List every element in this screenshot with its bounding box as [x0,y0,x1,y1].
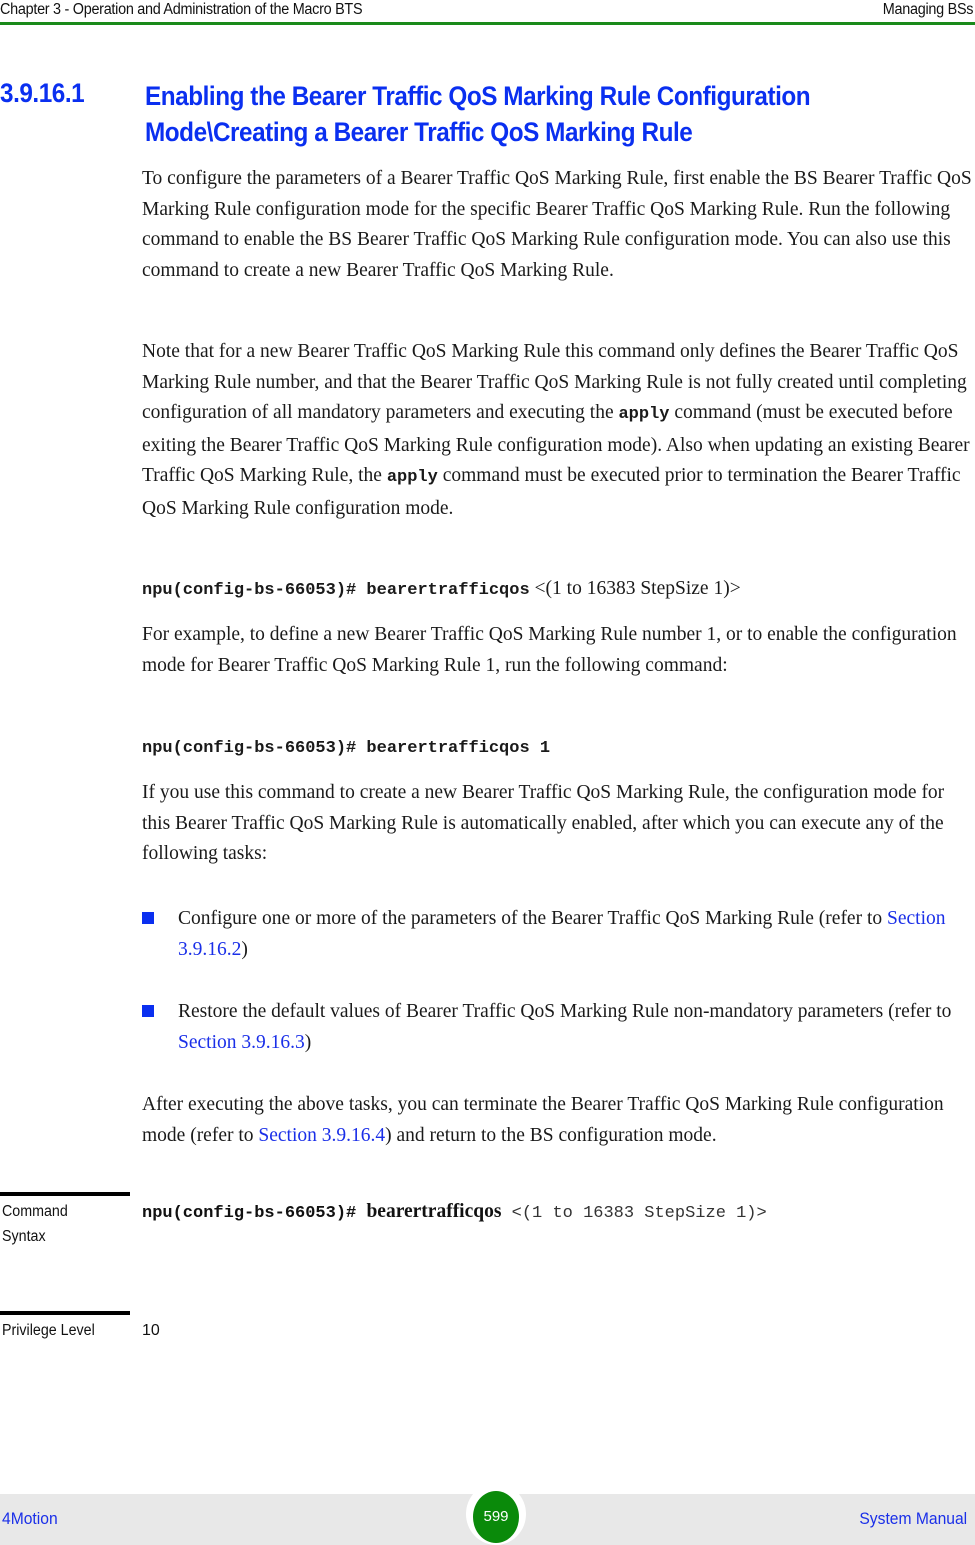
apply-keyword: apply [386,468,438,487]
bullet-text-part: ) [304,1032,312,1053]
command-syntax: npu(config-bs-66053)# bearertrafficqos <… [142,1201,767,1223]
closing-text-2: ) and return to the BS configuration mod… [385,1124,717,1146]
syntax-argument: <(1 to 16383 StepSize 1)> [501,1204,767,1223]
bullet-square-icon [142,912,154,924]
bullet-text: Configure one or more of the parameters … [178,903,975,965]
section-number: 3.9.16.1 [0,78,85,108]
command-text: npu(config-bs-66053)# bearertrafficqos [142,581,530,600]
syntax-prefix: npu(config-bs-66053)# [142,1204,367,1223]
tasks-intro-paragraph: If you use this command to create a new … [142,782,945,864]
command-syntax-label: Command Syntax [2,1203,68,1245]
page-number-badge: 599 [466,1483,526,1545]
section-title: Enabling the Bearer Traffic QoS Marking … [145,81,811,147]
command-example-generic: npu(config-bs-66053)# bearertrafficqos <… [142,574,741,606]
bullet-text-part: ) [241,939,248,960]
bullet-text-part: Restore the default values of Bearer Tra… [178,1001,952,1022]
section-name: Managing BSs [882,1,974,18]
section-divider [0,1311,130,1315]
syntax-keyword: bearertrafficqos [366,1201,502,1222]
intro-paragraph: To configure the parameters of a Bearer … [142,168,972,281]
page-number: 599 [473,1491,519,1543]
section-link[interactable]: Section 3.9.16.3 [178,1032,305,1053]
section-link[interactable]: Section 3.9.16.4 [258,1125,385,1146]
section-divider [0,1192,130,1196]
document-name: System Manual [859,1509,967,1528]
apply-keyword: apply [618,405,670,424]
bullet-text-part: Configure one or more of the parameters … [178,908,887,929]
bullet-text: Restore the default values of Bearer Tra… [178,996,975,1058]
note-paragraph: Note that for a new Bearer Traffic QoS M… [142,337,972,524]
product-name: 4Motion [2,1509,58,1528]
closing-paragraph: After executing the above tasks, you can… [142,1090,972,1151]
privilege-level-label: Privilege Level [2,1322,95,1339]
privilege-level-value: 10 [142,1322,160,1339]
command-example-specific: npu(config-bs-66053)# bearertrafficqos 1 [142,732,550,764]
bullet-square-icon [142,1005,154,1017]
page-header: Chapter 3 - Operation and Administration… [0,0,975,25]
example-paragraph: For example, to define a new Bearer Traf… [142,624,957,676]
command-text: npu(config-bs-66053)# bearertrafficqos 1 [142,739,551,758]
chapter-title: Chapter 3 - Operation and Administration… [0,1,363,18]
command-argument: <(1 to 16383 StepSize 1)> [529,578,741,599]
